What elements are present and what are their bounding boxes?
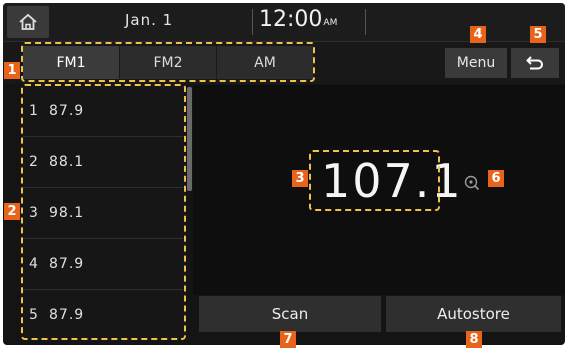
preset-item[interactable]: 4 87.9 xyxy=(23,238,183,290)
clock-time: 12:00 xyxy=(259,7,323,32)
menu-button[interactable]: Menu xyxy=(445,48,507,78)
back-arrow-icon xyxy=(526,56,543,70)
home-button[interactable] xyxy=(7,6,49,38)
callout-6: 6 xyxy=(488,170,504,187)
preset-number: 1 xyxy=(29,102,38,119)
callout-3: 3 xyxy=(292,170,308,187)
preset-frequency: 87.9 xyxy=(49,306,85,323)
divider xyxy=(252,9,253,35)
clock-ampm: AM xyxy=(323,18,338,28)
preset-number: 5 xyxy=(29,306,38,323)
preset-number: 3 xyxy=(29,204,38,221)
callout-4: 4 xyxy=(470,26,486,43)
preset-scrollbar[interactable] xyxy=(187,87,192,191)
scan-button[interactable]: Scan xyxy=(199,296,381,332)
preset-number: 2 xyxy=(29,153,38,170)
callout-7: 7 xyxy=(280,331,296,348)
callout-1: 1 xyxy=(4,62,20,79)
preset-frequency: 98.1 xyxy=(49,204,85,221)
callout-2: 2 xyxy=(4,203,20,220)
preset-frequency: 88.1 xyxy=(49,153,85,170)
callout-8: 8 xyxy=(466,331,482,348)
station-info-icon[interactable] xyxy=(464,175,480,191)
preset-item[interactable]: 5 87.9 xyxy=(23,289,183,340)
band-tabs: FM1 FM2 AM xyxy=(23,46,313,79)
band-row: FM1 FM2 AM Menu xyxy=(3,42,565,84)
preset-number: 4 xyxy=(29,255,38,272)
date-label: Jan. 1 xyxy=(125,11,174,29)
preset-item[interactable]: 1 87.9 xyxy=(23,85,183,137)
current-frequency: 107.1 xyxy=(321,154,463,208)
back-button[interactable] xyxy=(511,48,559,78)
preset-item[interactable]: 2 88.1 xyxy=(23,136,183,188)
tab-am[interactable]: AM xyxy=(217,46,313,79)
preset-item[interactable]: 3 98.1 xyxy=(23,187,183,239)
divider xyxy=(365,9,366,35)
preset-frequency: 87.9 xyxy=(49,102,85,119)
home-icon xyxy=(19,13,37,30)
clock: 12:00AM xyxy=(259,7,337,32)
callout-5: 5 xyxy=(530,26,546,43)
tab-fm1[interactable]: FM1 xyxy=(23,46,120,79)
preset-list: 1 87.9 2 88.1 3 98.1 4 87.9 5 87.9 xyxy=(23,85,183,341)
tab-fm2[interactable]: FM2 xyxy=(120,46,217,79)
autostore-button[interactable]: Autostore xyxy=(386,296,561,332)
preset-frequency: 87.9 xyxy=(49,255,85,272)
radio-screen: Jan. 1 12:00AM FM1 FM2 AM Menu 1 87.9 2 … xyxy=(3,3,565,345)
